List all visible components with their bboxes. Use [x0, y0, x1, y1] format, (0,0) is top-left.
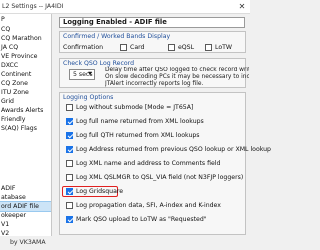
log-without-submode-checkbox[interactable] — [66, 104, 73, 111]
tree-item[interactable]: Grid — [1, 97, 14, 106]
log-full-name-checkbox[interactable] — [66, 118, 73, 125]
tree-item[interactable]: Friendly — [1, 115, 25, 124]
lotw-checkbox[interactable] — [205, 44, 212, 51]
tree-item[interactable]: ITU Zone — [1, 88, 29, 97]
tree-item[interactable]: DXCC — [1, 61, 18, 70]
log-qslmgr-checkbox[interactable] — [66, 174, 73, 181]
option-label: Log full name returned from XML lookups — [76, 118, 204, 125]
tree-item[interactable]: S(AQ) Flags — [1, 124, 37, 133]
tree-item[interactable]: CQ Zone — [1, 79, 28, 88]
log-xml-name-checkbox[interactable] — [66, 160, 73, 167]
lotw-label: LoTW — [215, 44, 233, 51]
tree-item[interactable]: P — [1, 15, 5, 24]
tree-item-selected[interactable]: ord ADIF file — [0, 201, 51, 212]
group-title: Logging Options — [63, 94, 114, 101]
close-icon[interactable]: ✕ — [234, 0, 250, 14]
log-propagation-checkbox[interactable] — [66, 202, 73, 209]
card-checkbox[interactable] — [120, 44, 127, 51]
mark-lotw-requested-checkbox[interactable] — [66, 216, 73, 223]
option-label: Log full QTH returned from XML lookups — [76, 132, 200, 139]
status-text: by VK3AMA — [10, 239, 46, 246]
option-label: Mark QSO upload to LoTW as "Requested" — [76, 216, 207, 223]
tree-item[interactable]: JA CQ — [1, 43, 18, 52]
tree-item[interactable]: VE Province — [1, 52, 37, 61]
delay-description: Delay time after QSO logged to check rec… — [105, 67, 249, 87]
tree-item[interactable]: CQ — [1, 25, 10, 34]
option-label: Log propagation data, SFI, A-index and K… — [76, 202, 221, 209]
tree-item[interactable]: Awards Alerts — [1, 106, 43, 115]
log-gridsquare-checkbox[interactable] — [66, 188, 73, 195]
tree-item[interactable]: V2 — [1, 229, 9, 236]
group-title: Confirmed / Worked Bands Display — [63, 33, 171, 40]
confirmed-bands-group: Confirmed / Worked Bands Display Confirm… — [59, 31, 246, 53]
panel-heading: Logging Enabled - ADIF file — [59, 17, 245, 28]
eqsl-label: eQSL — [178, 44, 195, 51]
log-full-qth-checkbox[interactable] — [66, 132, 73, 139]
settings-panel: Logging Enabled - ADIF file Confirmed / … — [53, 14, 271, 236]
tree-item[interactable]: ADIF — [1, 184, 15, 193]
eqsl-checkbox[interactable] — [168, 44, 175, 51]
title-bar: L2 Settings -- JA4IDI ✕ — [0, 0, 250, 14]
option-label: Log XML QSLMGR to QSL_VIA field (not N3F… — [76, 174, 244, 181]
tree-item[interactable]: CQ Marathon — [1, 34, 42, 43]
tree-item[interactable]: okeeper — [1, 211, 26, 220]
settings-tree: P CQ CQ Marathon JA CQ VE Province DXCC … — [0, 14, 52, 236]
window-title: L2 Settings -- JA4IDI — [2, 3, 64, 10]
log-address-checkbox[interactable] — [66, 146, 73, 153]
option-label: Log Address returned from previous QSO l… — [76, 146, 271, 153]
option-label: Log Gridsquare — [76, 188, 124, 195]
status-bar: by VK3AMA — [0, 236, 250, 250]
option-label: Log without submode [Mode = JT65A] — [76, 104, 194, 111]
card-label: Card — [130, 44, 145, 51]
tree-item[interactable]: V1 — [1, 220, 9, 229]
delay-select[interactable]: 5 secs ▼ — [69, 69, 95, 80]
logging-options-group: Logging Options Log without submode [Mod… — [59, 92, 271, 235]
option-label: Log XML name and address to Comments fie… — [76, 160, 221, 167]
confirmation-label: Confirmation — [63, 44, 104, 51]
check-qso-group: Check QSO Log Record 5 secs ▼ Delay time… — [59, 58, 249, 88]
group-title: Check QSO Log Record — [63, 60, 135, 67]
tree-item[interactable]: Continent — [1, 70, 31, 79]
tree-item[interactable]: atabase — [1, 193, 26, 202]
chevron-down-icon: ▼ — [88, 71, 92, 77]
